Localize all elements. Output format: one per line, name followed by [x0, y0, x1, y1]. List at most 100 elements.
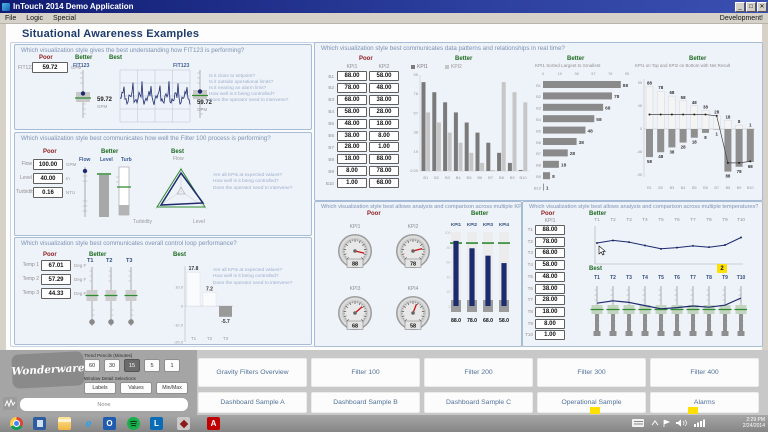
grouped-bar-chart: 95765738190.00B1B2B3B4B5B6B7B8B9B10	[405, 71, 531, 193]
column-header: KPI1	[337, 64, 367, 70]
outlook-taskbar-icon[interactable]: O	[103, 417, 116, 430]
row-label: Turbidity	[16, 189, 32, 195]
value-box: 68.00	[337, 95, 367, 105]
poor-label: Poor	[43, 149, 57, 155]
value-box: 1.00	[535, 330, 565, 340]
dial-gauge-kpi4: 58	[394, 294, 432, 334]
none-button[interactable]: None	[20, 398, 188, 411]
svg-text:78.0: 78.0	[467, 318, 477, 324]
nav-button-filter-300[interactable]: Filter 300	[537, 358, 646, 387]
svg-text:B5: B5	[536, 128, 542, 133]
svg-text:78: 78	[658, 85, 663, 90]
svg-text:B1: B1	[423, 175, 429, 180]
better-label: Better	[75, 55, 92, 61]
tray-glyphs[interactable]	[650, 417, 720, 430]
nav-button-dashboard-sample-b[interactable]: Dashboard Sample B	[311, 392, 420, 413]
trend-duration-button-1[interactable]: 1	[164, 359, 180, 372]
maximize-button[interactable]: □	[746, 2, 756, 12]
column-header: KPI2	[369, 64, 399, 70]
value-box: 28.00	[369, 107, 399, 117]
row-label: T9	[523, 321, 533, 326]
chart-title: KPI1 on Top and KPI2 on Bottom with Net …	[635, 63, 730, 68]
svg-text:B4: B4	[536, 117, 542, 122]
spotify-taskbar-icon[interactable]	[127, 417, 140, 430]
menu-logic[interactable]: Logic	[21, 15, 48, 22]
window-title: InTouch 2014 Demo Application	[13, 2, 735, 11]
windows-app-taskbar-icon[interactable]	[33, 417, 46, 430]
acrobat-taskbar-icon[interactable]: A	[207, 417, 220, 430]
window-detail-label: Window Detail Selections	[84, 376, 136, 381]
svg-text:20: 20	[447, 290, 451, 294]
gauge-title: KPI2	[394, 224, 432, 230]
svg-text:78: 78	[737, 169, 742, 174]
detail-button-labels[interactable]: Labels	[84, 382, 116, 394]
row-label: B9	[319, 169, 334, 174]
close-button[interactable]: ✕	[757, 2, 767, 12]
svg-text:B1: B1	[536, 83, 542, 88]
nav-button-dashboard-sample-a[interactable]: Dashboard Sample A	[198, 392, 307, 413]
svg-text:B4: B4	[681, 186, 686, 190]
vertical-gauge	[69, 68, 97, 124]
svg-text:76: 76	[414, 91, 419, 96]
svg-text:18: 18	[561, 163, 567, 169]
value-box: 67.01	[41, 260, 71, 271]
main-area: Situational Awareness Examples Which vis…	[6, 24, 762, 350]
value-box: 48.00	[535, 272, 565, 282]
system-tray[interactable]	[632, 417, 722, 430]
nav-button-gravity-filters-overview[interactable]: Gravity Filters Overview	[198, 358, 307, 387]
detail-button-minmax[interactable]: Min/Max	[156, 382, 188, 394]
highlight-mark-alarms	[688, 407, 698, 414]
value-box: 44.33	[41, 288, 71, 299]
lync-taskbar-icon[interactable]: L	[150, 417, 163, 430]
panel-fit123: Which visualization style gives the best…	[14, 44, 312, 130]
row-label: T8	[523, 309, 533, 314]
value-box: 68.00	[369, 178, 399, 188]
nav-button-filter-400[interactable]: Filter 400	[650, 358, 759, 387]
svg-text:8: 8	[738, 119, 741, 124]
trend-duration-button-30[interactable]: 30	[104, 359, 120, 372]
panel-multi-temps: Which visualization style best allows an…	[522, 201, 763, 347]
legend-swatch-kpi1	[411, 65, 415, 69]
trend-duration-button-15[interactable]: 15	[124, 359, 140, 372]
chrome-taskbar-icon[interactable]	[10, 417, 23, 430]
svg-text:B7: B7	[536, 151, 542, 156]
intouch-taskbar-icon[interactable]	[177, 417, 190, 430]
trend-pen-icon[interactable]	[3, 397, 17, 410]
poor-label: Poor	[541, 211, 555, 217]
svg-text:88: 88	[623, 83, 629, 89]
menu-special[interactable]: Special	[48, 15, 81, 22]
question-item: How well is it being controlled?	[213, 179, 279, 184]
row-label: T10	[523, 332, 533, 337]
nav-button-dashboard-sample-c[interactable]: Dashboard Sample C	[424, 392, 533, 413]
slider-label: T4	[637, 275, 653, 281]
question-item: Is it nearing an alarm limit?	[209, 86, 266, 91]
trend-duration-button-5[interactable]: 5	[144, 359, 160, 372]
detail-button-values[interactable]: Values	[120, 382, 152, 394]
pen-squiggle-glyph	[3, 397, 17, 410]
taskbar-clock[interactable]: 2:29 PM 2/24/2014	[743, 417, 765, 429]
menu-development[interactable]: Development!	[715, 15, 768, 22]
svg-text:48: 48	[692, 100, 697, 105]
trend-duration-button-60[interactable]: 60	[84, 359, 100, 372]
nav-button-filter-100[interactable]: Filter 100	[311, 358, 420, 387]
value-box: 57.29	[41, 274, 71, 285]
row-label: Flow	[16, 161, 32, 167]
temp-line-chart	[587, 222, 747, 268]
file-explorer-taskbar-icon[interactable]	[58, 417, 71, 430]
svg-text:B4: B4	[456, 175, 462, 180]
nav-button-filter-200[interactable]: Filter 200	[424, 358, 533, 387]
row-label: B7	[319, 145, 334, 150]
nav-button-alarms[interactable]: Alarms	[650, 392, 759, 413]
touch-keyboard-icon[interactable]	[632, 419, 644, 427]
svg-text:18: 18	[725, 114, 730, 119]
value-box: 18.00	[535, 307, 565, 317]
svg-text:KPI2: KPI2	[467, 222, 478, 227]
menu-file[interactable]: File	[0, 15, 21, 22]
value-box: 38.00	[337, 131, 367, 141]
minimize-button[interactable]: _	[735, 2, 745, 12]
svg-text:KPI1: KPI1	[451, 222, 462, 227]
screen: InTouch 2014 Demo Application _ □ ✕ File…	[0, 0, 768, 432]
window-titlebar: InTouch 2014 Demo Application _ □ ✕	[0, 0, 768, 13]
svg-text:58: 58	[596, 117, 602, 123]
internet-explorer-taskbar-icon[interactable]: e	[82, 417, 95, 430]
